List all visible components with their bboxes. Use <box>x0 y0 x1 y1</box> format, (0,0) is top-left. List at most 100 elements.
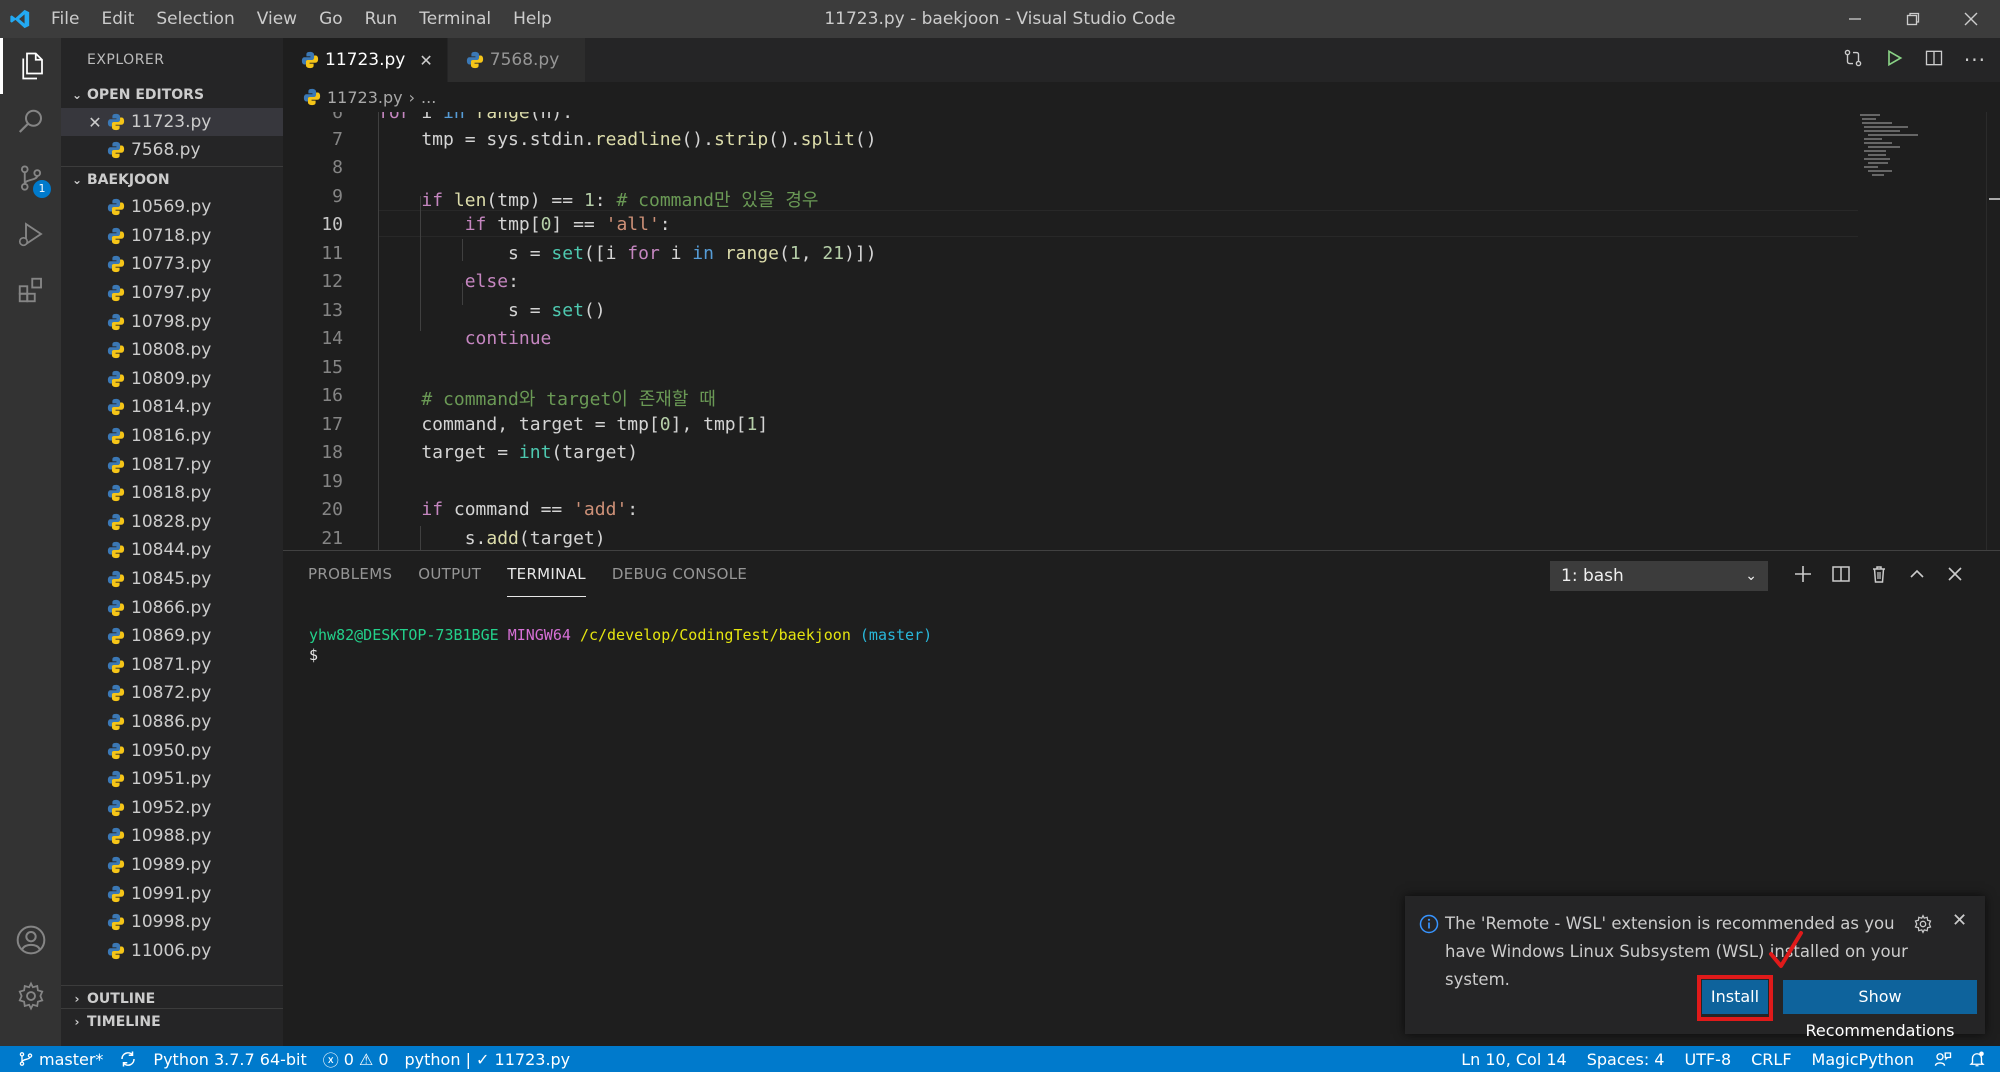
open-editors-label: OPEN EDITORS <box>87 87 205 103</box>
file-tree-item[interactable]: 10809.py <box>61 365 283 394</box>
source-control-icon[interactable]: 1 <box>0 150 61 206</box>
feedback-icon[interactable] <box>1924 1050 1962 1068</box>
terminal-cursor-line[interactable]: $ <box>309 646 318 664</box>
close-window-icon[interactable] <box>1942 0 2000 38</box>
file-tree-item[interactable]: 10808.py <box>61 336 283 365</box>
editor-scrollbar[interactable] <box>1986 112 2000 550</box>
file-tree-item[interactable]: 10816.py <box>61 422 283 451</box>
file-tree-item[interactable]: 10718.py <box>61 222 283 251</box>
file-tree-item[interactable]: 10872.py <box>61 679 283 708</box>
chevron-right-icon: › <box>74 1015 80 1029</box>
more-actions-icon[interactable]: ··· <box>1964 48 1986 72</box>
end-of-line[interactable]: CRLF <box>1741 1050 1801 1069</box>
file-tree-item[interactable]: 10952.py <box>61 793 283 822</box>
tab-debug-console[interactable]: DEBUG CONSOLE <box>612 551 747 597</box>
folder-header[interactable]: ⌄ BAEKJOON <box>61 166 283 192</box>
file-tree-item[interactable]: 10886.py <box>61 708 283 737</box>
file-name: 10872.py <box>131 683 212 704</box>
file-tree-item[interactable]: 10828.py <box>61 508 283 537</box>
tab-7568[interactable]: 7568.py <box>447 38 586 82</box>
sync-icon[interactable] <box>111 1050 145 1068</box>
notifications-bell-icon[interactable] <box>1962 1050 2000 1068</box>
file-tree-item[interactable]: 10798.py <box>61 307 283 336</box>
split-terminal-icon[interactable] <box>1831 564 1851 589</box>
terminal-shell-select[interactable]: 1: bash ⌄ <box>1550 561 1768 591</box>
file-tree-item[interactable]: 10869.py <box>61 622 283 651</box>
run-debug-icon[interactable] <box>0 206 61 262</box>
show-recommendations-button[interactable]: Show Recommendations <box>1783 980 1977 1040</box>
restore-icon[interactable] <box>1884 0 1942 38</box>
source-control-badge: 1 <box>33 180 51 198</box>
run-file-icon[interactable] <box>1884 48 1904 73</box>
file-tree-item[interactable]: 10866.py <box>61 593 283 622</box>
search-icon[interactable] <box>0 94 61 150</box>
extensions-icon[interactable] <box>0 262 61 318</box>
tab-output[interactable]: OUTPUT <box>418 551 481 597</box>
menu-selection[interactable]: Selection <box>145 0 245 38</box>
python-file-icon <box>107 656 125 673</box>
file-tree-item[interactable]: 10818.py <box>61 479 283 508</box>
language-mode[interactable]: MagicPython <box>1802 1050 1924 1069</box>
close-tab-icon[interactable]: ✕ <box>419 51 432 70</box>
file-tree-item[interactable]: 10991.py <box>61 879 283 908</box>
file-tree-item[interactable]: 10998.py <box>61 908 283 937</box>
file-name: 10808.py <box>131 340 212 361</box>
file-tree-item[interactable]: 10797.py <box>61 279 283 308</box>
breadcrumb-symbol[interactable]: ... <box>421 88 436 107</box>
menu-bar: File Edit Selection View Go Run Terminal… <box>40 0 563 38</box>
file-tree-item[interactable]: 10814.py <box>61 393 283 422</box>
indentation[interactable]: Spaces: 4 <box>1577 1050 1675 1069</box>
open-editors-header[interactable]: ⌄ OPEN EDITORS <box>61 82 283 108</box>
close-editor-icon[interactable]: ✕ <box>87 113 103 132</box>
menu-help[interactable]: Help <box>502 0 563 38</box>
file-tree-item[interactable]: 10845.py <box>61 565 283 594</box>
file-tree-item[interactable]: 10988.py <box>61 822 283 851</box>
file-tree-item[interactable]: 10569.py <box>61 193 283 222</box>
file-tree-item[interactable]: 10871.py <box>61 651 283 680</box>
branch-label: master* <box>39 1049 104 1069</box>
close-panel-icon[interactable] <box>1945 564 1965 589</box>
menu-edit[interactable]: Edit <box>90 0 145 38</box>
manage-gear-icon[interactable] <box>0 968 61 1024</box>
file-tree-item[interactable]: 10950.py <box>61 736 283 765</box>
split-editor-icon[interactable] <box>1924 48 1944 73</box>
menu-go[interactable]: Go <box>308 0 354 38</box>
python-check-status[interactable]: python | ✓ 11723.py <box>397 1050 579 1069</box>
notification-close-icon[interactable]: ✕ <box>1952 910 1967 931</box>
minimap[interactable] <box>1858 112 1988 550</box>
breadcrumb-file[interactable]: 11723.py <box>327 88 403 107</box>
file-tree-item[interactable]: 11006.py <box>61 936 283 965</box>
open-editor-item[interactable]: ✕ 11723.py <box>61 108 283 136</box>
trash-icon[interactable] <box>1869 564 1889 589</box>
file-tree-item[interactable]: 10951.py <box>61 765 283 794</box>
python-interpreter[interactable]: Python 3.7.7 64-bit <box>145 1050 314 1069</box>
minimize-icon[interactable] <box>1826 0 1884 38</box>
file-tree-item[interactable]: 10773.py <box>61 250 283 279</box>
branch-status[interactable]: master* <box>0 1050 111 1069</box>
file-tree-item[interactable]: 10989.py <box>61 851 283 880</box>
account-icon[interactable] <box>0 912 61 968</box>
file-tree-item[interactable]: 10817.py <box>61 450 283 479</box>
python-file-icon <box>107 513 125 530</box>
code-editor[interactable]: 6 7 8 9 10 11 12 13 14 15 16 17 18 19 20… <box>283 112 2000 550</box>
open-editor-item[interactable]: 7568.py <box>61 136 283 164</box>
timeline-header[interactable]: › TIMELINE <box>61 1008 283 1035</box>
notification-gear-icon[interactable] <box>1913 914 1933 939</box>
explorer-icon[interactable] <box>0 38 61 94</box>
compare-changes-icon[interactable] <box>1842 47 1864 74</box>
encoding[interactable]: UTF-8 <box>1674 1050 1741 1069</box>
maximize-panel-icon[interactable] <box>1907 564 1927 589</box>
error-icon: ⓧ <box>322 1051 339 1070</box>
menu-view[interactable]: View <box>246 0 308 38</box>
menu-file[interactable]: File <box>40 0 90 38</box>
new-terminal-icon[interactable] <box>1793 564 1813 589</box>
menu-run[interactable]: Run <box>354 0 409 38</box>
file-tree-item[interactable]: 10844.py <box>61 536 283 565</box>
problems-status[interactable]: ⓧ 0 ⚠ 0 <box>315 1047 397 1071</box>
tab-11723[interactable]: 11723.py ✕ <box>283 38 448 82</box>
code-line: target = int(target) <box>378 442 639 463</box>
menu-terminal[interactable]: Terminal <box>408 0 502 38</box>
tab-terminal[interactable]: TERMINAL <box>507 551 586 597</box>
tab-problems[interactable]: PROBLEMS <box>308 551 392 597</box>
cursor-position[interactable]: Ln 10, Col 14 <box>1451 1050 1577 1069</box>
